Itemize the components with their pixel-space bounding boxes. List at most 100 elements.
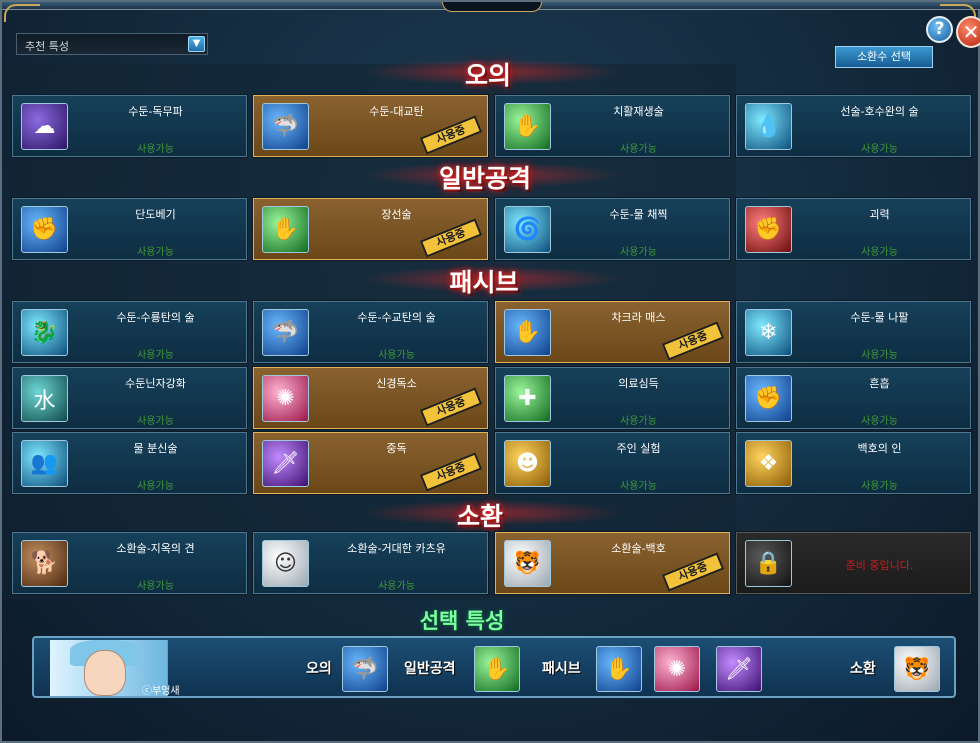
talent-status: 사용가능 <box>137 350 174 361</box>
recommend-dropdown[interactable]: 추천 특성 ▼ <box>16 33 208 55</box>
talent-card[interactable]: ✊ 단도베기 사용가능 <box>11 197 248 261</box>
talent-status: 사용가능 <box>137 247 174 258</box>
talent-status: 사용가능 <box>861 247 898 258</box>
talent-card[interactable]: ❖ 백호의 인 사용가능 <box>735 431 972 495</box>
talent-card[interactable]: 👥 물 분신술 사용가능 <box>11 431 248 495</box>
talent-name: 단도베기 <box>135 208 176 221</box>
chevron-down-icon[interactable]: ▼ <box>188 36 205 52</box>
section-title-ougi: 오의 <box>464 61 511 90</box>
talent-card[interactable]: ✊ 괴력 사용가능 <box>735 197 972 261</box>
close-icon[interactable]: ✕ <box>956 16 980 48</box>
selected-passive-label: 패시브 <box>542 661 581 677</box>
fist-icon: ✊ <box>21 206 68 253</box>
selected-summon-label: 소환 <box>850 661 876 677</box>
talent-card[interactable]: ✺ 신경독소 사용중 <box>252 366 489 430</box>
talent-name: 차크라 매스 <box>611 311 666 324</box>
talent-name: 수둔-대교탄 <box>369 105 424 118</box>
water-shark-small-icon: 🦈 <box>262 309 309 356</box>
talent-status: 사용가능 <box>620 144 657 155</box>
brain-toxin-icon[interactable]: ✺ <box>654 646 700 692</box>
selected-talents-bar: ⓒ부엉새 오의 🦈 일반공격 ✋ 패시브 ✋ ✺ 🗡 소환 🐯 <box>32 636 956 698</box>
in-use-stamp: 사용중 <box>661 552 725 592</box>
poison-mist-icon: ☁ <box>21 103 68 150</box>
talent-card[interactable]: 🌀 수둔-물 채찍 사용가능 <box>494 197 731 261</box>
white-tiger-seal-icon: ❖ <box>745 440 792 487</box>
talent-status: 사용가능 <box>861 416 898 427</box>
top-ornament <box>442 2 542 12</box>
talent-status: 사용가능 <box>620 247 657 258</box>
recommend-dropdown-label: 추천 특성 <box>25 40 69 53</box>
talent-name: 수둔닌자강화 <box>125 377 186 390</box>
talent-card[interactable]: 💧 선술-호수완의 술 사용가능 <box>735 94 972 158</box>
talent-card[interactable]: 🦈 수둔-수교탄의 술 사용가능 <box>252 300 489 364</box>
talent-name: 물 분신술 <box>133 442 178 455</box>
talent-name: 의료심득 <box>618 377 659 390</box>
red-fist-icon: ✊ <box>745 206 792 253</box>
talent-card[interactable]: 🦈 수둔-대교탄 사용중 <box>252 94 489 158</box>
talent-status: 사용가능 <box>378 581 415 592</box>
white-tiger-icon[interactable]: 🐯 <box>894 646 940 692</box>
talent-name: 장선술 <box>381 208 412 221</box>
selected-talents-title: 선택 특성 <box>419 609 505 633</box>
talent-card[interactable]: ☁ 수둔-독무파 사용가능 <box>11 94 248 158</box>
talent-card[interactable]: ✋ 치활재생술 사용가능 <box>494 94 731 158</box>
katsuyu-slug-icon: ☺ <box>262 540 309 587</box>
locked-message: 준비 중입니다. <box>845 559 914 572</box>
poison-blade-icon: 🗡 <box>262 440 309 487</box>
talent-status: 사용가능 <box>137 481 174 492</box>
talent-card[interactable]: 🗡 중독 사용중 <box>252 431 489 495</box>
talent-card[interactable]: ✋ 차크라 매스 사용중 <box>494 300 731 364</box>
water-arm-icon: 💧 <box>745 103 792 150</box>
talent-status: 사용가능 <box>620 481 657 492</box>
talent-window: 추천 특성 ▼ 소환수 선택 ? ✕ 오의 일반공격 패시브 소환 ☁ 수둔-독… <box>0 0 980 743</box>
water-clone-icon: 👥 <box>21 440 68 487</box>
talent-name: 흔흡 <box>869 377 890 390</box>
talent-card[interactable]: ✚ 의료심득 사용가능 <box>494 366 731 430</box>
section-title-summon: 소환 <box>456 502 503 531</box>
tiger-face-icon: ☻ <box>504 440 551 487</box>
section-title-attack: 일반공격 <box>438 164 531 193</box>
help-icon[interactable]: ? <box>926 16 953 43</box>
portrait-face <box>84 650 126 696</box>
talent-status: 사용가능 <box>137 416 174 427</box>
poison-blade-icon[interactable]: 🗡 <box>716 646 762 692</box>
talent-card[interactable]: 水 수둔닌자강화 사용가능 <box>11 366 248 430</box>
corner-ornament-left <box>4 4 40 22</box>
selected-attack-label: 일반공격 <box>404 661 456 677</box>
talent-status: 사용가능 <box>137 581 174 592</box>
talent-card[interactable]: ☻ 주인 실험 사용가능 <box>494 431 731 495</box>
ice-spikes-icon: ❄ <box>745 309 792 356</box>
talent-name: 중독 <box>386 442 407 455</box>
chakra-scalpel-icon: ✋ <box>504 309 551 356</box>
talent-status: 사용가능 <box>378 350 415 361</box>
talent-name: 수둔-물 나팔 <box>850 311 909 324</box>
water-dragon-icon: 🐉 <box>21 309 68 356</box>
talent-card[interactable]: 🐕 소환술-지옥의 견 사용가능 <box>11 531 248 595</box>
summon-select-button[interactable]: 소환수 선택 <box>835 46 933 68</box>
copyright-text: ⓒ부엉새 <box>142 686 180 697</box>
talent-name: 수둔-수룡탄의 술 <box>116 311 195 324</box>
talent-name: 소환술-지옥의 견 <box>116 542 195 555</box>
talent-name: 괴력 <box>869 208 890 221</box>
talent-status: 사용가능 <box>861 350 898 361</box>
chakra-scalpel-icon[interactable]: ✋ <box>596 646 642 692</box>
brain-toxin-icon: ✺ <box>262 375 309 422</box>
talent-card[interactable]: 🐯 소환술-백호 사용중 <box>494 531 731 595</box>
talent-card[interactable]: 🐉 수둔-수룡탄의 술 사용가능 <box>11 300 248 364</box>
section-title-passive: 패시브 <box>449 268 519 297</box>
talent-name: 수둔-물 채찍 <box>609 208 668 221</box>
healing-hand-icon: ✋ <box>504 103 551 150</box>
green-chakra-palm-icon[interactable]: ✋ <box>474 646 520 692</box>
white-tiger-icon: 🐯 <box>504 540 551 587</box>
talent-card[interactable]: ✋ 장선술 사용중 <box>252 197 489 261</box>
water-shark-icon[interactable]: 🦈 <box>342 646 388 692</box>
talent-name: 백호의 인 <box>857 442 902 455</box>
water-whip-icon: 🌀 <box>504 206 551 253</box>
padlock-icon: 🔒 <box>745 540 792 587</box>
talent-card[interactable]: ❄ 수둔-물 나팔 사용가능 <box>735 300 972 364</box>
chakra-grip-icon: ✊ <box>745 375 792 422</box>
talent-card[interactable]: ☺ 소환술-거대한 카츠유 사용가능 <box>252 531 489 595</box>
talent-card[interactable]: ✊ 흔흡 사용가능 <box>735 366 972 430</box>
talent-name: 선술-호수완의 술 <box>840 105 919 118</box>
talent-status: 사용가능 <box>861 144 898 155</box>
